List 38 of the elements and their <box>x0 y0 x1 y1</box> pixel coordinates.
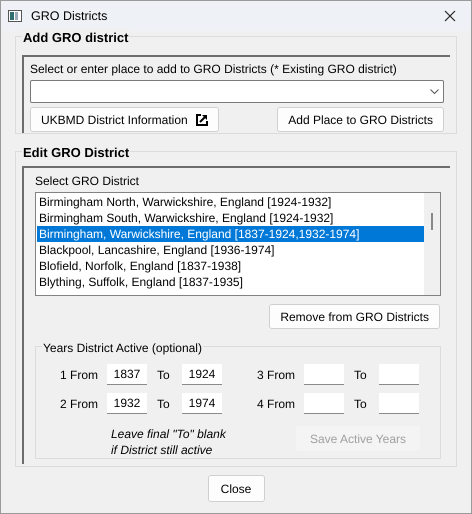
field-label: To <box>157 396 170 410</box>
field-label: To <box>157 368 170 382</box>
scrollbar[interactable] <box>424 193 440 295</box>
year-field[interactable] <box>304 393 344 414</box>
list-item[interactable]: Blything, Suffolk, England [1837-1935] <box>37 274 424 290</box>
close-icon[interactable] <box>444 10 456 22</box>
field-label: 4 From <box>256 396 295 410</box>
external-link-icon <box>196 114 208 126</box>
scrollbar-thumb[interactable] <box>431 213 433 230</box>
year-field[interactable] <box>304 364 344 385</box>
app-icon <box>8 10 22 22</box>
list-item[interactable]: Birmingham, Warwickshire, England [1837-1924,1932-1974] <box>37 226 424 242</box>
field-label: 1 From <box>60 368 98 382</box>
list-item[interactable]: Birmingham South, Warwickshire, England [1924-1932] <box>37 210 424 226</box>
chevron-down-icon <box>430 88 439 94</box>
year-field[interactable]: 1932 <box>107 393 147 414</box>
window-title: GRO Districts <box>31 8 108 25</box>
district-info-button[interactable]: UKBMD District Information <box>30 107 219 132</box>
combo-label: Select or enter place to add to GRO Districts (* Existing GRO district) <box>30 61 398 78</box>
list-label: Select GRO District <box>35 173 140 190</box>
place-combo-box[interactable] <box>30 80 444 103</box>
close-button[interactable]: Close <box>208 475 264 502</box>
year-field[interactable]: 1837 <box>107 364 147 385</box>
field-label: 2 From <box>60 396 98 410</box>
add-place-button[interactable]: Add Place to GRO Districts <box>277 107 444 132</box>
field-label: To <box>354 368 367 382</box>
district-list[interactable] <box>35 192 441 296</box>
year-field[interactable] <box>379 364 419 385</box>
remove-button[interactable]: Remove from GRO Districts <box>269 304 440 329</box>
year-field[interactable] <box>379 393 419 414</box>
list-item[interactable]: Birmingham North, Warwickshire, England [1924-1932] <box>37 194 424 210</box>
year-field[interactable]: 1924 <box>182 364 222 385</box>
field-label: To <box>354 396 367 410</box>
list-item[interactable]: Blackpool, Lancashire, England [1936-1974] <box>37 242 424 258</box>
year-field[interactable]: 1974 <box>182 393 222 414</box>
help-note: Leave final "To" blank if District still active <box>111 426 228 458</box>
list-item[interactable]: Blofield, Norfolk, England [1837-1938] <box>37 258 424 274</box>
field-label: 3 From <box>256 368 295 382</box>
